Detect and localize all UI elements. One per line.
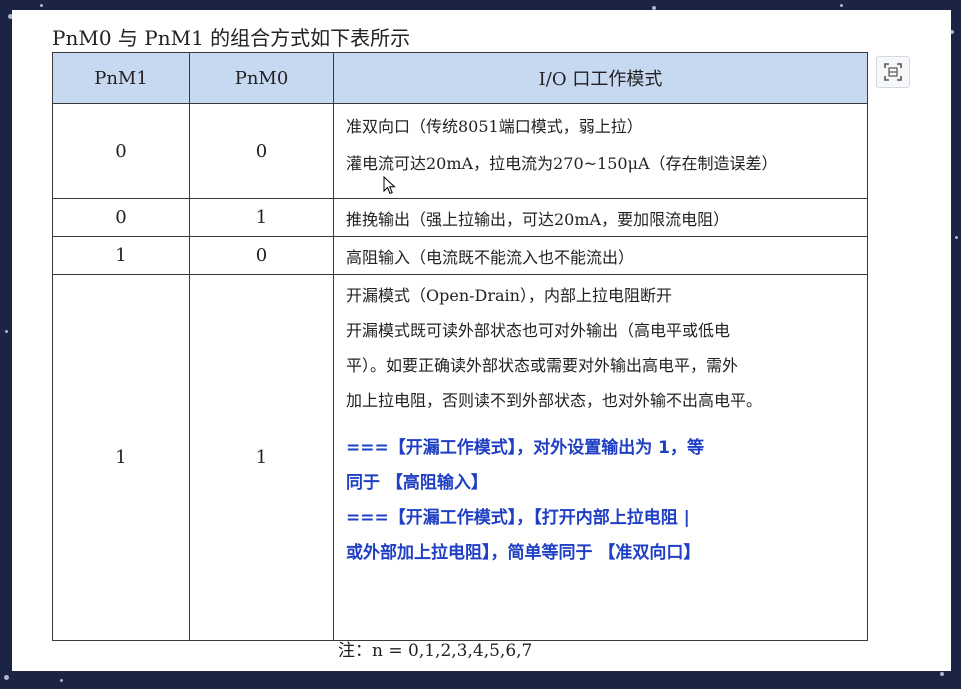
cell-mode-description: 开漏模式（Open-Drain），内部上拉电阻断开 开漏模式既可读外部状态也可对… — [333, 274, 868, 641]
header-pnm0: PnM0 — [189, 52, 334, 104]
mode-text-line: 开漏模式（Open-Drain），内部上拉电阻断开 — [346, 286, 672, 305]
annotation-note-line: ===【开漏工作模式】，【打开内部上拉电阻 | — [346, 508, 690, 528]
cell-mode-description: 准双向口（传统8051端口模式，弱上拉） 灌电流可达20mA，拉电流为270~1… — [333, 103, 868, 199]
table-row: 1 1 开漏模式（Open-Drain），内部上拉电阻断开 开漏模式既可读外部状… — [52, 274, 868, 641]
mode-text-line: 高阻输入（电流既不能流入也不能流出） — [346, 247, 635, 267]
cell-pnm1: 1 — [52, 236, 190, 275]
table-row: 0 0 准双向口（传统8051端口模式，弱上拉） 灌电流可达20mA，拉电流为2… — [52, 103, 868, 199]
mode-text-line: 开漏模式既可读外部状态也可对外输出（高电平或低电 — [346, 321, 731, 340]
cell-pnm1: 0 — [52, 103, 190, 199]
table-row: 1 0 高阻输入（电流既不能流入也不能流出） — [52, 236, 868, 275]
cell-pnm0: 1 — [189, 274, 334, 641]
screenshot-crop-icon — [884, 63, 902, 81]
io-mode-table: PnM1 PnM0 I/O 口工作模式 0 0 准双向口（传统8051端口模式，… — [52, 52, 868, 641]
table-footnote: 注：n = 0,1,2,3,4,5,6,7 — [338, 641, 533, 661]
cell-pnm0: 0 — [189, 236, 334, 275]
header-pnm1: PnM1 — [52, 52, 190, 104]
screenshot-crop-button[interactable] — [876, 56, 910, 88]
cell-pnm0: 1 — [189, 198, 334, 237]
mouse-cursor-icon — [383, 176, 396, 195]
mode-text-line: 加上拉电阻，否则读不到外部状态，也对外输不出高电平。 — [346, 391, 763, 410]
annotation-note-line: 同于 【高阻输入】 — [346, 473, 488, 493]
annotation-note-line: ===【开漏工作模式】，对外设置输出为 1，等 — [346, 438, 704, 458]
cell-pnm1: 1 — [52, 274, 190, 641]
table-row: 0 1 推挽输出（强上拉输出，可达20mA，要加限流电阻） — [52, 198, 868, 237]
annotation-note-line: 或外部加上拉电阻】，简单等同于 【准双向口】 — [346, 543, 701, 563]
cell-pnm1: 0 — [52, 198, 190, 237]
cell-mode-description: 高阻输入（电流既不能流入也不能流出） — [333, 236, 868, 275]
cell-mode-description: 推挽输出（强上拉输出，可达20mA，要加限流电阻） — [333, 198, 868, 237]
table-caption: PnM0 与 PnM1 的组合方式如下表所示 — [52, 26, 411, 50]
mode-text-line: 灌电流可达20mA，拉电流为270~150μA（存在制造误差） — [346, 154, 778, 173]
cell-pnm0: 0 — [189, 103, 334, 199]
mode-text-line: 平）。如要正确读外部状态或需要对外输出高电平，需外 — [346, 356, 739, 375]
mode-text-line: 推挽输出（强上拉输出，可达20mA，要加限流电阻） — [346, 209, 730, 229]
mode-text-line: 准双向口（传统8051端口模式，弱上拉） — [346, 117, 643, 136]
table-header-row: PnM1 PnM0 I/O 口工作模式 — [52, 52, 868, 104]
header-io-mode: I/O 口工作模式 — [333, 52, 868, 104]
